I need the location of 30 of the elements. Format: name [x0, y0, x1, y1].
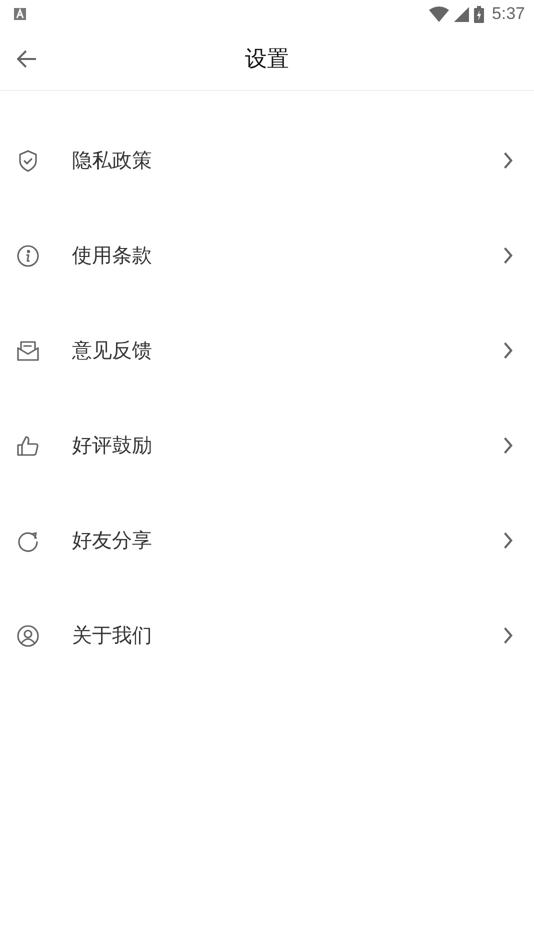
menu-label: 好评鼓励: [72, 432, 153, 459]
menu-label: 好友分享: [72, 527, 153, 554]
user-icon: [16, 624, 40, 648]
menu-label: 关于我们: [72, 622, 153, 649]
menu-item[interactable]: 隐私政策: [0, 113, 534, 208]
menu-item[interactable]: 使用条款: [0, 208, 534, 303]
menu-label: 意见反馈: [72, 337, 153, 364]
menu-item[interactable]: 好友分享: [0, 493, 534, 588]
info-icon: [16, 244, 40, 268]
battery-icon: [474, 6, 484, 22]
chevron-right-icon: [502, 247, 514, 264]
page-title: 设置: [245, 46, 289, 74]
thumbs-up-icon: [16, 434, 40, 458]
menu-item[interactable]: 意见反馈: [0, 303, 534, 398]
clock-time: 5:37: [492, 4, 525, 24]
chevron-right-icon: [502, 532, 514, 549]
chevron-right-icon: [502, 342, 514, 359]
shield-check-icon: [16, 148, 40, 172]
chevron-right-icon: [502, 437, 514, 454]
menu-item[interactable]: 关于我们: [0, 588, 534, 683]
envelope-icon: [16, 338, 40, 362]
menu-item[interactable]: 好评鼓励: [0, 398, 534, 493]
chevron-right-icon: [502, 627, 514, 644]
menu-label: 使用条款: [72, 242, 153, 269]
wifi-icon: [428, 6, 449, 22]
back-arrow-icon[interactable]: [17, 50, 37, 68]
menu-label: 隐私政策: [72, 147, 153, 174]
chevron-right-icon: [502, 152, 514, 169]
notification-icon: [14, 8, 26, 20]
signal-icon: [454, 6, 469, 22]
